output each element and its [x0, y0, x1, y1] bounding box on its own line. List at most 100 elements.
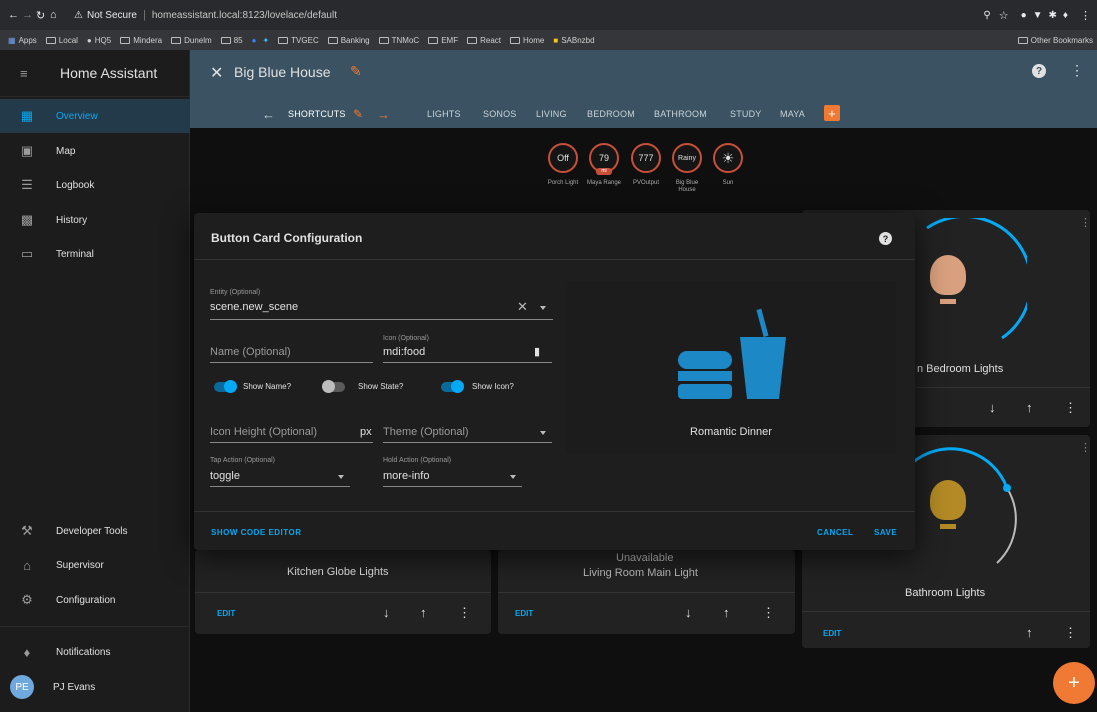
show-icon-toggle[interactable]	[441, 380, 464, 393]
card-menu-icon[interactable]: ⋮	[458, 605, 471, 621]
address-bar[interactable]: homeassistant.local:8123/lovelace/defaul…	[152, 10, 337, 21]
card-state: Unavailable	[616, 552, 674, 564]
card-menu-icon[interactable]: ⋮	[762, 605, 775, 621]
clear-icon[interactable]: ✕	[517, 299, 528, 315]
toggle-knob	[224, 380, 237, 393]
card-menu-icon[interactable]: ⋮	[1064, 400, 1077, 416]
edit-button[interactable]: EDIT	[515, 609, 533, 618]
move-down-icon[interactable]: ↓	[685, 605, 692, 620]
badge-weather[interactable]: Rainy	[672, 143, 702, 173]
overflow-menu-icon[interactable]: ⋮	[1070, 62, 1084, 79]
tab-shortcuts[interactable]: SHORTCUTS	[288, 109, 346, 119]
bookmark-emf[interactable]: EMF	[428, 36, 458, 45]
name-input[interactable]: Name (Optional)	[210, 346, 291, 358]
edit-button[interactable]: EDIT	[823, 629, 841, 638]
sidebar-item-configuration[interactable]: ⚙ Configuration	[0, 583, 190, 617]
move-up-icon[interactable]: ↑	[420, 605, 427, 620]
menu-icon[interactable]: ⋮	[1080, 9, 1091, 22]
bookmark-home[interactable]: Home	[510, 36, 544, 45]
move-right-icon[interactable]: →	[377, 107, 390, 122]
bookmark-dunelm[interactable]: Dunelm	[171, 36, 212, 45]
entity-input[interactable]: scene.new_scene	[210, 301, 298, 313]
tab-maya[interactable]: MAYA	[780, 109, 805, 119]
tab-bedroom[interactable]: BEDROOM	[587, 109, 635, 119]
bookmark-banking[interactable]: Banking	[327, 36, 370, 45]
tap-action-select[interactable]: toggle	[210, 470, 240, 482]
tab-bathroom[interactable]: BATHROOM	[654, 109, 707, 119]
move-left-icon[interactable]: ←	[262, 107, 275, 122]
bookmark-mindera[interactable]: Mindera	[120, 36, 162, 45]
sidebar-item-profile[interactable]: PE PJ Evans	[0, 670, 190, 704]
move-down-icon[interactable]: ↓	[989, 400, 996, 415]
bookmark-local[interactable]: Local	[45, 36, 78, 45]
tab-study[interactable]: STUDY	[730, 109, 762, 119]
menu-collapse-icon[interactable]: ≡	[20, 66, 60, 81]
folder-icon	[378, 36, 389, 44]
sun-icon: ☀	[721, 149, 735, 166]
bookmark-85[interactable]: 85	[220, 36, 243, 45]
reload-icon[interactable]: ↻	[36, 9, 50, 22]
badge-porch-light[interactable]: Off	[548, 143, 578, 173]
forward-icon[interactable]: →	[22, 9, 36, 21]
bookmark-other[interactable]: Other Bookmarks	[1017, 36, 1093, 45]
zoom-icon[interactable]: ⚲	[983, 10, 990, 21]
sidebar-item-map[interactable]: ▣ Map	[0, 134, 190, 168]
sidebar-item-terminal[interactable]: ▭ Terminal	[0, 237, 190, 271]
card-overflow-icon[interactable]: ⋮	[1080, 441, 1091, 454]
move-up-icon[interactable]: ↑	[1026, 400, 1033, 415]
card-preview[interactable]: Romantic Dinner	[566, 281, 896, 453]
sidebar-item-notifications[interactable]: ♦ Notifications	[0, 635, 190, 669]
bookmark-social[interactable]: ● ✦	[252, 36, 270, 45]
close-icon[interactable]: ✕	[210, 63, 223, 83]
tab-sonos[interactable]: SONOS	[483, 109, 517, 119]
bookmark-sabnzbd[interactable]: ■ SABnzbd	[553, 36, 594, 45]
tab-living[interactable]: LIVING	[536, 109, 567, 119]
help-icon[interactable]: ?	[879, 232, 892, 245]
hold-action-select[interactable]: more-info	[383, 470, 429, 482]
show-code-editor-button[interactable]: SHOW CODE EDITOR	[211, 528, 302, 537]
hold-action-dropdown-icon[interactable]	[510, 475, 516, 479]
card-menu-icon[interactable]: ⋮	[1064, 625, 1077, 641]
extension-icons[interactable]: ●▼✱♦	[1021, 10, 1074, 21]
sidebar-item-history[interactable]: ▩ History	[0, 203, 190, 237]
card-overflow-icon[interactable]: ⋮	[1080, 216, 1091, 229]
bookmark-tnmoc[interactable]: TNMoC	[378, 36, 419, 45]
move-down-icon[interactable]: ↓	[383, 605, 390, 620]
terminal-icon: ▭	[20, 246, 34, 261]
move-up-icon[interactable]: ↑	[723, 605, 730, 620]
save-button[interactable]: SAVE	[874, 528, 897, 537]
star-icon[interactable]: ☆	[999, 9, 1009, 22]
badge-sun[interactable]: ☀	[713, 143, 743, 173]
sidebar-item-overview[interactable]: ▦ Overview	[0, 99, 190, 133]
cancel-button[interactable]: CANCEL	[817, 528, 853, 537]
sidebar-item-logbook[interactable]: ☰ Logbook	[0, 168, 190, 202]
supervisor-icon: ⌂	[23, 557, 31, 573]
bookmark-hq5[interactable]: ● HQ5	[87, 36, 111, 45]
brightness-ring[interactable]	[907, 218, 1027, 348]
bookmark-apps[interactable]: ▦ Apps	[8, 36, 37, 45]
icon-height-input[interactable]: Icon Height (Optional)	[210, 426, 317, 438]
bookmark-tvgec[interactable]: TVGEC	[278, 36, 319, 45]
back-icon[interactable]: ←	[8, 9, 22, 21]
help-icon[interactable]: ?	[1032, 64, 1046, 78]
show-state-toggle[interactable]	[322, 380, 345, 393]
bookmark-react[interactable]: React	[467, 36, 501, 45]
theme-dropdown-icon[interactable]	[540, 431, 546, 435]
home-icon[interactable]: ⌂	[50, 9, 68, 21]
sidebar-item-developer-tools[interactable]: ⚒ Developer Tools	[0, 514, 190, 548]
entity-dropdown-icon[interactable]	[540, 306, 546, 310]
badge-pvoutput[interactable]: 777	[631, 143, 661, 173]
dialog-divider	[194, 259, 915, 260]
show-name-toggle[interactable]	[214, 380, 237, 393]
tab-lights[interactable]: LIGHTS	[427, 109, 461, 119]
edit-view-icon[interactable]: ✎	[353, 107, 363, 121]
move-up-icon[interactable]: ↑	[1026, 625, 1033, 640]
theme-select[interactable]: Theme (Optional)	[383, 426, 469, 438]
edit-button[interactable]: EDIT	[217, 609, 235, 618]
add-view-button[interactable]: +	[824, 105, 840, 121]
icon-input[interactable]: mdi:food	[383, 346, 425, 358]
add-card-button[interactable]: +	[1053, 662, 1095, 704]
edit-title-icon[interactable]: ✎	[350, 63, 362, 80]
tap-action-dropdown-icon[interactable]	[338, 475, 344, 479]
sidebar-item-supervisor[interactable]: ⌂ Supervisor	[0, 548, 190, 582]
